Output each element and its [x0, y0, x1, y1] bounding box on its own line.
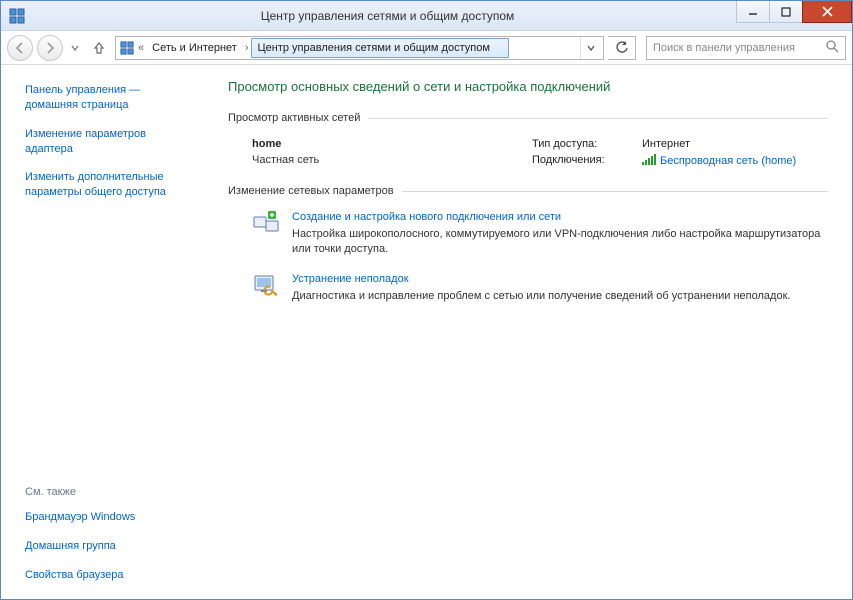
section-active-networks: Просмотр активных сетей — [228, 112, 828, 124]
task-new-connection-link[interactable]: Создание и настройка нового подключения … — [292, 211, 828, 223]
sidebar-link-firewall[interactable]: Брандмауэр Windows — [25, 510, 196, 525]
troubleshoot-icon — [252, 273, 280, 297]
forward-button[interactable] — [37, 35, 63, 61]
network-center-icon — [118, 41, 136, 55]
access-value: Интернет — [642, 138, 828, 150]
address-bar[interactable]: « Сеть и Интернет › Центр управления сет… — [115, 36, 604, 60]
titlebar[interactable]: Центр управления сетями и общим доступом — [1, 1, 852, 31]
section-change-settings: Изменение сетевых параметров — [228, 185, 828, 197]
sidebar-link-internet-options[interactable]: Свойства браузера — [25, 568, 196, 583]
refresh-button[interactable] — [608, 36, 636, 60]
back-button[interactable] — [7, 35, 33, 61]
network-entry: home Частная сеть Тип доступа: Интернет … — [252, 138, 828, 167]
task-troubleshoot-link[interactable]: Устранение неполадок — [292, 273, 828, 285]
up-button[interactable] — [87, 36, 111, 60]
search-icon — [826, 40, 839, 56]
change-settings-body: Создание и настройка нового подключения … — [228, 211, 828, 338]
access-label: Тип доступа: — [532, 138, 642, 150]
seealso-header: См. также — [25, 486, 196, 498]
network-type: Частная сеть — [252, 154, 532, 166]
breadcrumb-current[interactable]: Центр управления сетями и общим доступом — [251, 38, 509, 58]
window-controls — [737, 1, 852, 23]
address-dropdown[interactable] — [580, 37, 601, 59]
search-box[interactable] — [646, 36, 846, 60]
content-area: Панель управления — домашняя страница Из… — [1, 65, 852, 599]
sidebar: Панель управления — домашняя страница Из… — [1, 65, 208, 599]
task-troubleshoot: Устранение неполадок Диагностика и испра… — [252, 273, 828, 304]
active-networks-body: home Частная сеть Тип доступа: Интернет … — [228, 138, 828, 185]
history-dropdown[interactable] — [67, 37, 83, 59]
chevron-right-icon: › — [243, 37, 251, 59]
network-name: home — [252, 138, 532, 150]
divider — [368, 118, 828, 119]
connections-label: Подключения: — [532, 154, 642, 167]
sidebar-link-sharing[interactable]: Изменить дополнительные параметры общего… — [25, 170, 196, 200]
new-connection-icon — [252, 211, 280, 235]
task-new-connection-desc: Настройка широкополосного, коммутируемог… — [292, 227, 828, 257]
minimize-button[interactable] — [736, 1, 770, 23]
main-panel: Просмотр основных сведений о сети и наст… — [208, 65, 852, 599]
toolbar: « Сеть и Интернет › Центр управления сет… — [1, 31, 852, 65]
connection-link[interactable]: Беспроводная сеть (home) — [660, 155, 796, 167]
network-center-icon — [9, 8, 25, 24]
search-input[interactable] — [653, 42, 826, 54]
connections-value: Беспроводная сеть (home) — [642, 154, 828, 167]
maximize-button[interactable] — [769, 1, 803, 23]
close-button[interactable] — [802, 1, 852, 23]
signal-bars-icon — [642, 154, 656, 165]
section-change-settings-label: Изменение сетевых параметров — [228, 185, 394, 197]
divider — [402, 191, 828, 192]
breadcrumb-network[interactable]: Сеть и Интернет — [146, 37, 243, 59]
window-title: Центр управления сетями и общим доступом — [33, 9, 742, 23]
task-new-connection: Создание и настройка нового подключения … — [252, 211, 828, 257]
section-active-networks-label: Просмотр активных сетей — [228, 112, 360, 124]
page-title: Просмотр основных сведений о сети и наст… — [228, 79, 828, 94]
sidebar-link-home[interactable]: Панель управления — домашняя страница — [25, 83, 196, 113]
sidebar-link-homegroup[interactable]: Домашняя группа — [25, 539, 196, 554]
window-root: Центр управления сетями и общим доступом — [0, 0, 853, 600]
task-troubleshoot-desc: Диагностика и исправление проблем с сеть… — [292, 289, 828, 304]
sidebar-link-adapter[interactable]: Изменение параметров адаптера — [25, 127, 196, 157]
chevron-left-icon[interactable]: « — [136, 37, 146, 59]
